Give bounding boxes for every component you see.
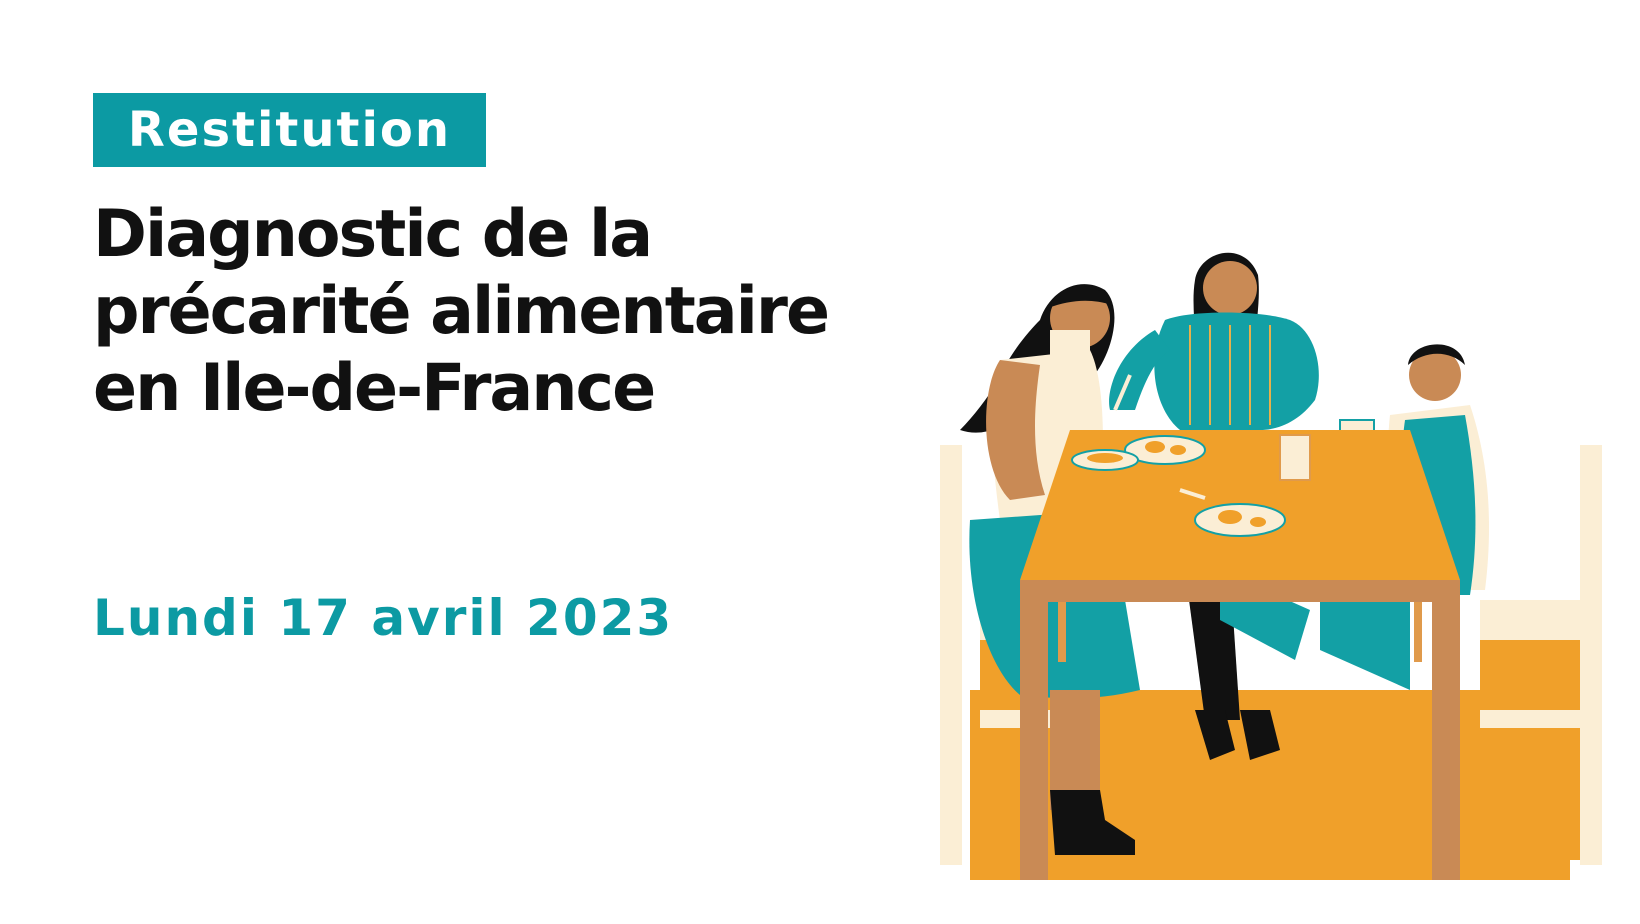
- banner: Restitution Diagnostic de la précarité a…: [0, 0, 1640, 924]
- event-date: Lundi 17 avril 2023: [93, 589, 674, 647]
- title-line-2: précarité alimentaire: [93, 274, 830, 349]
- family-meal-illustration: [940, 252, 1602, 880]
- restitution-tag: Restitution: [93, 93, 486, 167]
- page-title: Diagnostic de la précarité alimentaire e…: [93, 196, 973, 427]
- right-chair: [1480, 445, 1602, 865]
- title-line-3: en Ile-de-France: [93, 351, 656, 426]
- title-line-1: Diagnostic de la: [93, 197, 653, 272]
